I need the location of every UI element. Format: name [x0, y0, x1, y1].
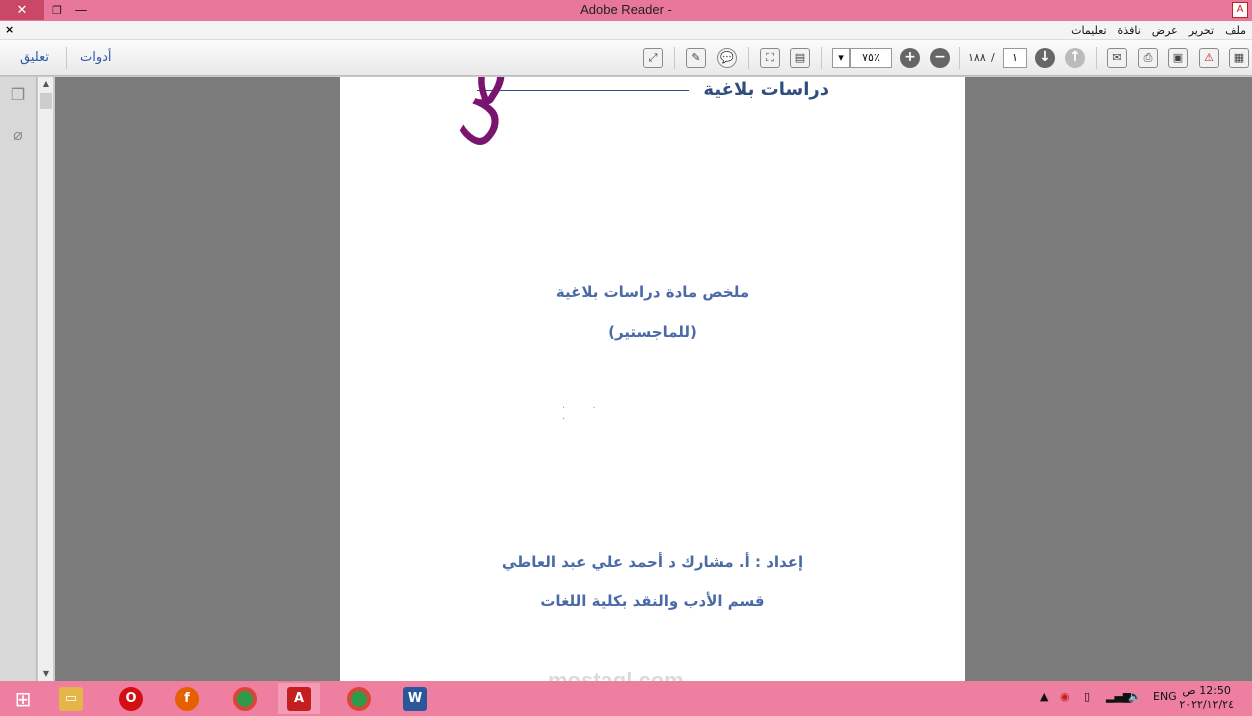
chrome-icon [233, 686, 257, 711]
sticky-note-icon[interactable]: 💬 [717, 48, 737, 68]
firefox-icon: f [175, 686, 199, 711]
close-document-icon[interactable]: × [5, 23, 14, 36]
document-viewport[interactable]: دراسات بلاغية تلخيص ملخص مادة دراسات بلا… [55, 77, 1252, 681]
scroll-up-icon[interactable]: ▲ [38, 77, 54, 91]
taskbar-adobe-reader[interactable]: A [278, 683, 320, 714]
menu-window[interactable]: نافذة [1118, 24, 1141, 37]
opera-icon: O [119, 686, 143, 711]
taskbar-chrome[interactable] [224, 683, 266, 714]
toolbar-divider [821, 47, 822, 69]
windows-icon: ⊞ [14, 686, 32, 711]
save-icon[interactable]: ▣ [1168, 48, 1188, 68]
toolbar-divider [959, 47, 960, 69]
menu-bar: ملف تحرير عرض نافذة تعليمات × [0, 21, 1252, 40]
highlight-icon[interactable]: ✎ [686, 48, 706, 68]
toolbar: تعليق أدوات ⤢ ✎ 💬 ⛶ ▤ ▾ ٧٥٪ + − ١٨٨ / ١ … [0, 40, 1252, 76]
page-thumbnails-icon[interactable]: ❐ [9, 85, 27, 105]
toolbar-divider [748, 47, 749, 69]
word-icon: W [403, 686, 427, 711]
taskbar: ⊞ ▭ O f A W ▲ ◉ ▯ ▂▄▆ 🔈 ENG 12:50 ص ٢٠٢٢… [0, 681, 1252, 716]
comment-button[interactable]: تعليق [20, 50, 49, 65]
clock[interactable]: 12:50 ص ٢٠٢٢/١٢/٢٤ [1179, 684, 1234, 712]
title-bar: ✕ ❐ — Adobe Reader - A [0, 0, 1252, 21]
open-file-icon[interactable]: ▦ [1229, 48, 1249, 68]
taskbar-chrome-profile[interactable] [338, 683, 380, 714]
adobe-reader-icon: A [287, 686, 311, 711]
department: قسم الأدب والنقد بكلية اللغات [540, 592, 765, 610]
level-label: (للماجستير) [608, 323, 697, 341]
adobe-reader-icon: A [1232, 2, 1248, 18]
page-separator: / [991, 51, 995, 64]
print-icon[interactable]: ⎙ [1138, 48, 1158, 68]
clock-time: 12:50 ص [1182, 684, 1231, 697]
attachments-icon[interactable]: ⌀ [9, 125, 27, 145]
start-button[interactable]: ⊞ [2, 683, 44, 714]
volume-icon[interactable]: 🔈 [1128, 690, 1142, 703]
email-icon[interactable]: ✉ [1107, 48, 1127, 68]
tools-button[interactable]: أدوات [80, 50, 112, 65]
vertical-scrollbar[interactable]: ▲ ▼ [38, 77, 54, 681]
page-number-input[interactable]: ١ [1003, 48, 1027, 68]
pdf-page: دراسات بلاغية تلخيص ملخص مادة دراسات بلا… [340, 77, 965, 681]
tray-expand-icon[interactable]: ▲ [1040, 690, 1048, 703]
zoom-input[interactable]: ٧٥٪ [850, 48, 892, 68]
taskbar-word[interactable]: W [394, 683, 436, 714]
previous-page-icon[interactable]: ↑ [1065, 48, 1085, 68]
taskbar-opera[interactable]: O [110, 683, 152, 714]
zoom-in-icon[interactable]: + [900, 48, 920, 68]
menu-file[interactable]: ملف [1225, 24, 1246, 37]
faint-dots: · · · [562, 403, 608, 425]
fit-page-icon[interactable]: ⛶ [760, 48, 780, 68]
fit-width-icon[interactable]: ▤ [790, 48, 810, 68]
next-page-icon[interactable]: ↓ [1035, 48, 1055, 68]
folder-icon: ▭ [59, 686, 83, 711]
menu-help[interactable]: تعليمات [1071, 24, 1106, 37]
menu-edit[interactable]: تحرير [1189, 24, 1214, 37]
adobe-tray-icon[interactable]: ◉ [1060, 690, 1070, 703]
toolbar-divider [674, 47, 675, 69]
prepared-by: إعداد : أ. مشارك د أحمد علي عبد العاطي [501, 553, 804, 571]
window-title: Adobe Reader - [580, 2, 672, 17]
create-pdf-icon[interactable]: ⚠ [1199, 48, 1219, 68]
scroll-thumb[interactable] [40, 93, 52, 109]
chrome-icon [347, 686, 371, 711]
menu-view[interactable]: عرض [1152, 24, 1178, 37]
language-indicator[interactable]: ENG [1153, 690, 1177, 703]
battery-icon[interactable]: ▯ [1084, 690, 1090, 703]
scroll-down-icon[interactable]: ▼ [38, 667, 54, 681]
taskbar-explorer[interactable]: ▭ [50, 683, 92, 714]
zoom-out-icon[interactable]: − [930, 48, 950, 68]
fullscreen-icon[interactable]: ⤢ [643, 48, 663, 68]
taskbar-firefox[interactable]: f [166, 683, 208, 714]
zoom-dropdown-icon[interactable]: ▾ [832, 48, 850, 68]
navigation-pane: ❐ ⌀ [0, 77, 37, 681]
summary-title: ملخص مادة دراسات بلاغية [555, 283, 750, 301]
handwritten-stamp: تلخيص [406, 77, 594, 154]
toolbar-divider [66, 47, 67, 69]
header-title: دراسات بلاغية [703, 79, 829, 100]
page-total: ١٨٨ [968, 51, 986, 64]
clock-date: ٢٠٢٢/١٢/٢٤ [1179, 698, 1234, 711]
toolbar-divider [1096, 47, 1097, 69]
